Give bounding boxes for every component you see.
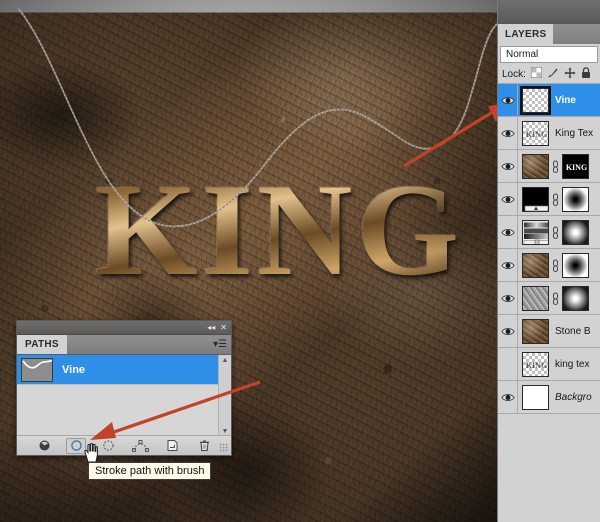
paths-list-item-vine[interactable]: Vine xyxy=(17,355,231,385)
layer-row-background[interactable]: Backgro xyxy=(498,380,600,414)
layer-visibility-toggle[interactable] xyxy=(498,347,518,381)
layer-thumbnail[interactable] xyxy=(522,285,549,311)
layer-thumbnail[interactable] xyxy=(520,85,551,115)
layer-thumbnail[interactable] xyxy=(522,186,549,212)
layer-thumbnail[interactable] xyxy=(522,153,549,179)
eye-icon-off[interactable] xyxy=(501,359,515,370)
eye-icon[interactable] xyxy=(500,227,515,238)
layer-thumbnail[interactable]: KING xyxy=(522,351,549,377)
delete-current-path-button[interactable] xyxy=(194,438,214,454)
layers-list[interactable]: Vine KING King Tex KING Stone B KING kin… xyxy=(498,83,600,414)
eye-icon[interactable] xyxy=(500,194,515,205)
layer-thumbnail[interactable] xyxy=(522,384,549,410)
lock-all-icon[interactable] xyxy=(581,66,591,82)
canvas-top-bar xyxy=(0,0,497,13)
tab-paths[interactable]: PATHS xyxy=(17,335,67,354)
layer-visibility-toggle[interactable] xyxy=(498,380,518,414)
link-mask-icon[interactable] xyxy=(551,192,560,206)
collapse-icon[interactable]: ◂◂ xyxy=(207,323,215,332)
eye-icon[interactable] xyxy=(500,95,515,106)
panel-menu-icon[interactable]: ▾☰ xyxy=(213,335,231,354)
blend-mode-select[interactable]: Normal xyxy=(500,46,598,63)
lock-image-pixels-icon[interactable] xyxy=(547,67,559,82)
svg-text:KING: KING xyxy=(566,163,587,172)
paths-panel-titlebar[interactable]: ◂◂ ✕ xyxy=(17,321,231,335)
layer-visibility-toggle[interactable] xyxy=(498,83,518,117)
layer-thumbnail[interactable] xyxy=(522,318,549,344)
path-name-label: Vine xyxy=(62,363,86,376)
panel-resize-grip[interactable] xyxy=(219,443,228,452)
layer-name-label[interactable]: King Tex xyxy=(555,128,600,139)
load-path-as-selection-button[interactable] xyxy=(98,438,118,454)
layer-mask-thumbnail[interactable] xyxy=(562,186,589,212)
layer-name-label[interactable]: Backgro xyxy=(555,392,600,403)
paths-list[interactable]: Vine ▲ ▼ xyxy=(17,355,231,437)
layer-row-stone-b[interactable]: Stone B xyxy=(498,314,600,348)
layers-tab-row[interactable]: LAYERS xyxy=(498,24,600,44)
lock-position-icon[interactable] xyxy=(564,67,576,82)
eye-icon[interactable] xyxy=(500,260,515,271)
eye-icon[interactable] xyxy=(500,293,515,304)
tab-layers[interactable]: LAYERS xyxy=(498,24,554,44)
photoshop-window: KING ◂◂ ✕ PATHS ▾☰ xyxy=(0,0,600,522)
link-mask-icon[interactable] xyxy=(551,159,560,173)
layer-thumbnail[interactable] xyxy=(522,219,549,245)
blend-mode-row[interactable]: Normal xyxy=(498,44,600,65)
layer-thumbnail[interactable] xyxy=(522,252,549,278)
layer-row-king-tex[interactable]: KING King Tex xyxy=(498,116,600,150)
layer-row-curves-adjustment[interactable] xyxy=(498,182,600,216)
layer-name-label[interactable]: Vine xyxy=(555,95,600,106)
layer-row-vine[interactable]: Vine xyxy=(498,83,600,117)
layer-thumbnail[interactable]: KING xyxy=(522,120,549,146)
layer-mask-thumbnail[interactable] xyxy=(562,285,589,311)
paths-scrollbar[interactable]: ▲ ▼ xyxy=(218,355,231,437)
svg-text:KING: KING xyxy=(526,361,547,370)
layer-row-gradient-map[interactable] xyxy=(498,215,600,249)
link-mask-icon[interactable] xyxy=(551,291,560,305)
layer-visibility-toggle[interactable] xyxy=(498,281,518,315)
layer-visibility-toggle[interactable] xyxy=(498,215,518,249)
lock-label: Lock: xyxy=(502,68,526,80)
layer-visibility-toggle[interactable] xyxy=(498,248,518,282)
create-new-path-button[interactable] xyxy=(162,438,182,454)
layer-row-rock-texture-masked[interactable] xyxy=(498,248,600,282)
lock-row: Lock: xyxy=(498,65,600,84)
eye-icon[interactable] xyxy=(500,161,515,172)
svg-text:KING: KING xyxy=(526,130,547,139)
layer-row-stone-texture-masked[interactable] xyxy=(498,281,600,315)
link-mask-icon[interactable] xyxy=(551,258,560,272)
layer-row-masked-rock-king[interactable]: KING xyxy=(498,149,600,183)
eye-icon[interactable] xyxy=(500,128,515,139)
eye-icon[interactable] xyxy=(500,326,515,337)
layer-visibility-toggle[interactable] xyxy=(498,116,518,150)
document-canvas[interactable]: KING ◂◂ ✕ PATHS ▾☰ xyxy=(0,0,497,522)
layer-mask-thumbnail[interactable] xyxy=(562,219,589,245)
tab-empty-space xyxy=(67,335,213,354)
layer-name-label[interactable]: Stone B xyxy=(555,326,600,337)
stroke-path-with-brush-button[interactable] xyxy=(66,437,86,454)
layer-visibility-toggle[interactable] xyxy=(498,182,518,216)
layer-mask-thumbnail[interactable]: KING xyxy=(562,153,589,179)
layer-name-label[interactable]: king tex xyxy=(555,359,600,370)
layer-visibility-toggle[interactable] xyxy=(498,149,518,183)
layers-panel-titlebar[interactable] xyxy=(498,0,600,24)
fill-path-with-foreground-color-button[interactable] xyxy=(34,438,54,454)
paths-footer-toolbar[interactable] xyxy=(17,435,231,455)
link-mask-icon[interactable] xyxy=(551,225,560,239)
scroll-up-arrow-icon[interactable]: ▲ xyxy=(222,357,229,364)
scroll-down-arrow-icon[interactable]: ▼ xyxy=(222,428,229,435)
close-icon[interactable]: ✕ xyxy=(220,323,227,332)
lock-transparent-pixels-icon[interactable] xyxy=(530,66,543,81)
paths-panel[interactable]: ◂◂ ✕ PATHS ▾☰ Vine ▲ ▼ xyxy=(16,320,232,456)
make-work-path-from-selection-button[interactable] xyxy=(130,438,150,454)
path-thumbnail xyxy=(21,357,53,382)
layer-mask-thumbnail[interactable] xyxy=(562,252,589,278)
tooltip-stroke-path-with-brush: Stroke path with brush xyxy=(88,462,212,480)
eye-icon[interactable] xyxy=(500,392,515,403)
tab-empty-space xyxy=(553,24,600,44)
paths-tab-row[interactable]: PATHS ▾☰ xyxy=(17,335,231,355)
layer-visibility-toggle[interactable] xyxy=(498,314,518,348)
layer-row-king-tex-hidden[interactable]: KING king tex xyxy=(498,347,600,381)
layers-panel[interactable]: LAYERS Normal Lock: Vine KING King Tex K… xyxy=(497,0,600,522)
